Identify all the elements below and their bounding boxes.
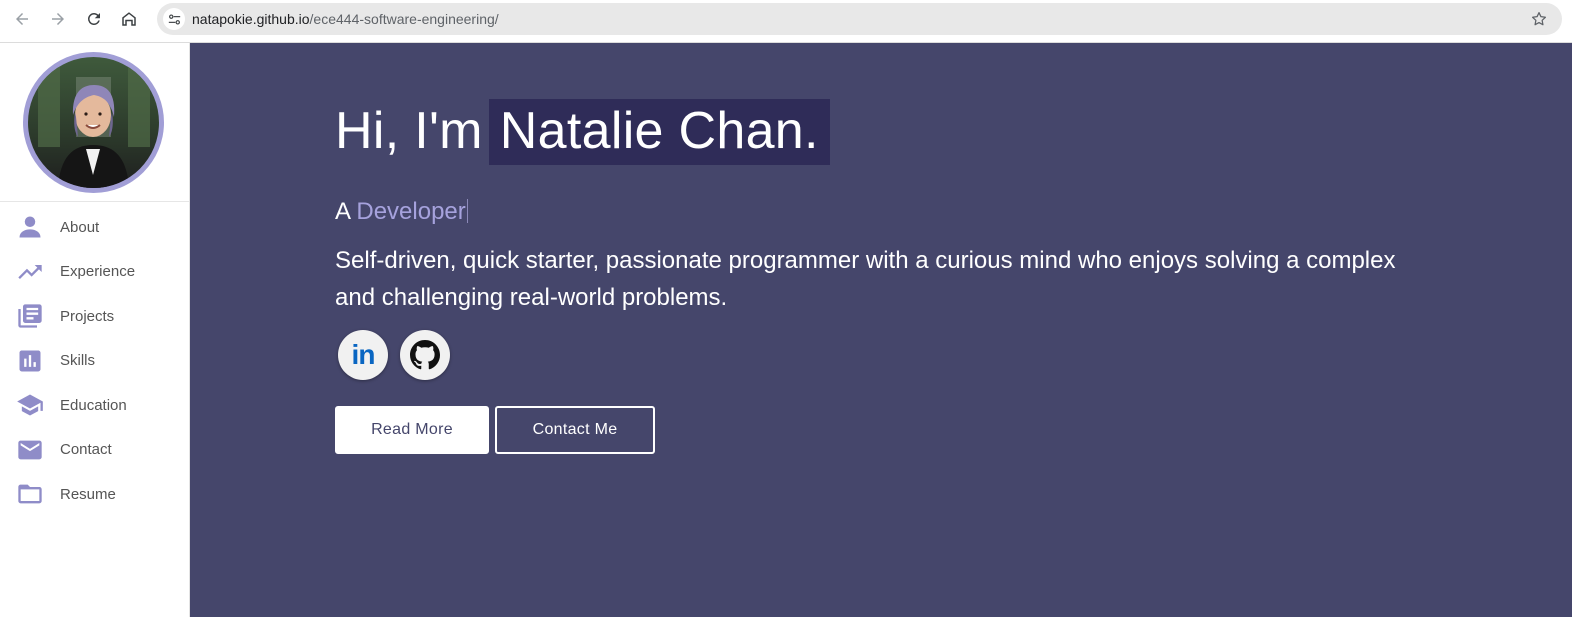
tagline: Self-driven, quick starter, passionate p… bbox=[335, 247, 1396, 311]
reload-icon[interactable] bbox=[82, 7, 106, 31]
sidebar-item-projects[interactable]: Projects bbox=[0, 294, 189, 339]
linkedin-icon: in bbox=[351, 339, 376, 370]
avatar-area bbox=[0, 43, 189, 202]
sidebar-item-label: Resume bbox=[60, 485, 116, 503]
home-icon[interactable] bbox=[117, 7, 141, 31]
person-icon bbox=[16, 213, 44, 241]
read-more-button[interactable]: Read More bbox=[335, 406, 489, 454]
sidebar-item-label: Experience bbox=[60, 263, 136, 281]
sidebar-menu: About Experience Projects Skills Educati… bbox=[0, 205, 189, 517]
social-links: in bbox=[338, 330, 450, 380]
avatar bbox=[23, 52, 164, 193]
url-host: natapokie.github.io bbox=[192, 11, 310, 27]
contact-me-button[interactable]: Contact Me bbox=[495, 406, 655, 454]
library-books-icon bbox=[16, 302, 44, 330]
address-bar[interactable]: natapokie.github.io/ece444-software-engi… bbox=[157, 3, 1562, 35]
browser-toolbar: natapokie.github.io/ece444-software-engi… bbox=[0, 0, 1572, 43]
linkedin-button[interactable]: in bbox=[338, 330, 388, 380]
sidebar-item-experience[interactable]: Experience bbox=[0, 250, 189, 295]
hero-heading: Hi, I'm Natalie Chan. bbox=[335, 99, 830, 165]
sidebar-item-label: Projects bbox=[60, 307, 115, 325]
trending-up-icon bbox=[16, 258, 44, 286]
github-button[interactable] bbox=[400, 330, 450, 380]
sidebar-item-label: Skills bbox=[60, 352, 96, 370]
sidebar-item-resume[interactable]: Resume bbox=[0, 472, 189, 517]
bookmark-star-icon[interactable] bbox=[1530, 10, 1548, 28]
profile-photo bbox=[28, 57, 159, 188]
school-icon bbox=[16, 391, 44, 419]
hero-section: Hi, I'm Natalie Chan. A Developer Self-dr… bbox=[190, 43, 1572, 617]
sidebar-item-label: About bbox=[60, 218, 100, 236]
site-info-icon[interactable] bbox=[163, 8, 185, 30]
folder-icon bbox=[16, 480, 44, 508]
url-path: /ece444-software-engineering/ bbox=[309, 11, 499, 27]
mail-icon bbox=[16, 436, 44, 464]
role-line: A Developer bbox=[335, 198, 468, 226]
sidebar-item-contact[interactable]: Contact bbox=[0, 428, 189, 473]
typing-cursor bbox=[466, 199, 468, 223]
sidebar: About Experience Projects Skills Educati… bbox=[0, 43, 190, 617]
name-highlight: Natalie Chan. bbox=[488, 99, 830, 165]
greeting-prefix: Hi, I'm bbox=[335, 102, 483, 160]
back-icon[interactable] bbox=[10, 7, 34, 31]
url-text[interactable]: natapokie.github.io/ece444-software-engi… bbox=[192, 11, 499, 27]
sidebar-item-label: Contact bbox=[60, 441, 112, 459]
hero-buttons: Read More Contact Me bbox=[335, 406, 655, 454]
forward-icon[interactable] bbox=[46, 7, 70, 31]
sidebar-item-about[interactable]: About bbox=[0, 205, 189, 250]
sidebar-item-education[interactable]: Education bbox=[0, 383, 189, 428]
role-word: Developer bbox=[356, 198, 466, 225]
github-icon bbox=[410, 340, 440, 370]
role-prefix: A bbox=[335, 198, 350, 225]
bar-chart-icon bbox=[16, 347, 44, 375]
sidebar-item-skills[interactable]: Skills bbox=[0, 339, 189, 384]
sidebar-item-label: Education bbox=[60, 396, 127, 414]
